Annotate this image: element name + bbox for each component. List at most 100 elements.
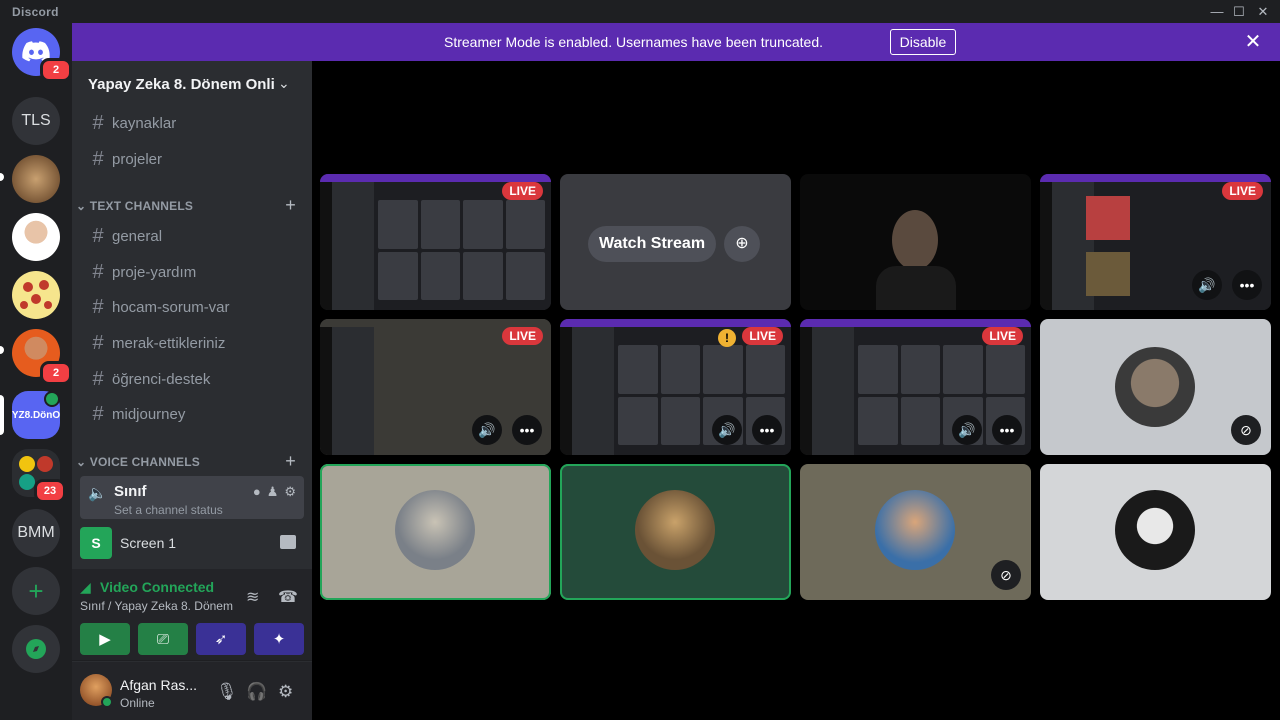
live-badge: LIVE	[742, 327, 783, 345]
muted-mic-icon: ⊘	[1231, 415, 1261, 445]
guild-tls[interactable]: TLS	[12, 97, 60, 145]
guild-badge-4: 2	[40, 361, 72, 385]
guild-bmm[interactable]: BMM	[12, 509, 60, 557]
stream-tile-watch[interactable]: Watch Stream ⊕	[560, 174, 791, 310]
streamer-mode-banner: Streamer Mode is enabled. Usernames have…	[72, 23, 1280, 61]
activity-rocket-button[interactable]: ➶	[196, 623, 246, 655]
signal-icon[interactable]: ◢	[80, 579, 91, 596]
home-badge: 2	[40, 58, 72, 82]
channel-status[interactable]: Set a channel status	[114, 503, 223, 517]
avatar	[875, 490, 955, 570]
user-status: Online	[120, 696, 155, 710]
camera-button[interactable]: ▶	[80, 623, 130, 655]
invite-icon[interactable]: ♟	[267, 484, 279, 500]
voice-channels-category[interactable]: ⌄ VOICE CHANNELS +	[76, 451, 304, 471]
disconnect-icon[interactable]: ☎	[278, 587, 298, 607]
volume-icon[interactable]: 🔊	[952, 415, 982, 445]
add-server-icon[interactable]: +	[12, 567, 60, 615]
hash-icon: #	[92, 295, 104, 318]
live-badge: LIVE	[1222, 182, 1263, 200]
more-options-icon[interactable]: •••	[752, 415, 782, 445]
noise-suppression-icon[interactable]: ≋	[246, 587, 259, 607]
participant-body	[876, 266, 956, 310]
guild-avatar-1[interactable]	[12, 155, 60, 203]
hash-icon: #	[92, 367, 104, 390]
voice-member[interactable]: S Screen 1	[80, 523, 304, 559]
add-channel-icon[interactable]: +	[285, 195, 296, 216]
headphones-icon[interactable]: 🎧	[246, 682, 267, 702]
maximize-icon[interactable]: ☐	[1228, 2, 1250, 21]
close-window-icon[interactable]: ✕	[1252, 2, 1274, 21]
more-options-icon[interactable]: •••	[1232, 270, 1262, 300]
avatar	[395, 490, 475, 570]
stream-tile-3[interactable]: LIVE 🔊 •••	[320, 319, 551, 455]
participant-tile-5[interactable]	[1040, 464, 1271, 600]
microphone-icon[interactable]: 🎙	[216, 682, 238, 702]
unread-pill	[0, 173, 4, 181]
stream-tile-5[interactable]: LIVE 🔊 •••	[800, 319, 1031, 455]
streamer-mode-message: Streamer Mode is enabled. Usernames have…	[444, 34, 823, 50]
channel-sidebar: Yapay Zeka 8. Dönem Online ⌄ # kaynaklar …	[72, 61, 312, 720]
shared-image	[1086, 252, 1130, 296]
hash-icon: #	[92, 402, 104, 425]
voice-channel-name: Sınıf	[114, 483, 147, 500]
disable-streamer-mode-button[interactable]: Disable	[890, 29, 956, 55]
warning-icon[interactable]: !	[718, 329, 736, 347]
app-brand: Discord	[12, 5, 59, 19]
voice-channel-sinif[interactable]: 🔈 Sınıf Set a channel status ● ♟ ⚙	[80, 476, 304, 519]
channel-general[interactable]: # general	[80, 220, 304, 252]
close-banner-icon[interactable]: ✕	[1242, 29, 1264, 55]
soundboard-button[interactable]: ✦	[254, 623, 304, 655]
voice-connection-panel: ◢ Video Connected Sınıf / Yapay Zeka 8. …	[72, 569, 312, 661]
server-name[interactable]: Yapay Zeka 8. Dönem Online	[88, 76, 274, 93]
guild-avatar-2[interactable]	[12, 213, 60, 261]
username[interactable]: Afgan Ras...	[120, 677, 197, 693]
participant-tile-2[interactable]	[320, 464, 551, 600]
more-options-icon[interactable]: •••	[512, 415, 542, 445]
explore-compass-icon[interactable]	[12, 625, 60, 673]
watch-stream-button[interactable]: Watch Stream	[588, 226, 716, 262]
add-voice-channel-icon[interactable]: +	[285, 451, 296, 472]
voice-member-name: Screen 1	[120, 535, 177, 551]
channel-projeler[interactable]: # projeler	[80, 143, 304, 175]
stream-tile-1[interactable]: LIVE	[320, 174, 551, 310]
stream-tile-4[interactable]: ! LIVE 🔊 •••	[560, 319, 791, 455]
gear-icon[interactable]: ⚙	[278, 682, 293, 702]
channel-kaynaklar[interactable]: # kaynaklar	[80, 107, 304, 139]
chevron-down-icon[interactable]: ⌄	[278, 75, 290, 92]
participant-tile-4[interactable]: ⊘	[800, 464, 1031, 600]
minimize-icon[interactable]: —	[1206, 2, 1228, 21]
screen-share-icon	[280, 535, 296, 549]
volume-icon[interactable]: 🔊	[712, 415, 742, 445]
chat-icon[interactable]: ●	[253, 484, 261, 500]
watch-popout-icon[interactable]: ⊕	[724, 226, 760, 262]
screen-share-button[interactable]: ⎚	[138, 623, 188, 655]
channel-merak-ettikleriniz[interactable]: # merak-ettikleriniz	[80, 327, 304, 359]
channel-hocam-sorum-var[interactable]: # hocam-sorum-var	[80, 291, 304, 323]
connection-location[interactable]: Sınıf / Yapay Zeka 8. Dönem Online	[80, 599, 234, 613]
text-channels-category[interactable]: ⌄ TEXT CHANNELS +	[76, 195, 304, 215]
participant-tile-1[interactable]: ⊘	[1040, 319, 1271, 455]
channel-proje-yardim[interactable]: # proje-yardım	[80, 256, 304, 288]
hash-icon: #	[92, 224, 104, 247]
hash-icon: #	[92, 147, 104, 170]
unread-pill-2	[0, 346, 4, 354]
folder-badge: 23	[34, 479, 66, 503]
guild-avatar-3[interactable]	[12, 271, 60, 319]
participant-tile-3[interactable]	[560, 464, 791, 600]
gear-icon[interactable]: ⚙	[284, 484, 296, 500]
connection-state[interactable]: Video Connected	[100, 579, 214, 595]
hash-icon: #	[92, 260, 104, 283]
more-options-icon[interactable]: •••	[992, 415, 1022, 445]
avatar	[635, 490, 715, 570]
live-badge: LIVE	[502, 327, 543, 345]
selected-pill	[0, 395, 4, 435]
channel-midjourney[interactable]: # midjourney	[80, 398, 304, 430]
video-tile-webcam[interactable]	[800, 174, 1031, 310]
volume-icon[interactable]: 🔊	[1192, 270, 1222, 300]
participant-video	[892, 210, 938, 270]
window-titlebar: Discord — ☐ ✕	[0, 0, 1280, 23]
volume-icon[interactable]: 🔊	[472, 415, 502, 445]
stream-tile-2[interactable]: LIVE 🔊 •••	[1040, 174, 1271, 310]
channel-ogrenci-destek[interactable]: # öğrenci-destek	[80, 363, 304, 395]
